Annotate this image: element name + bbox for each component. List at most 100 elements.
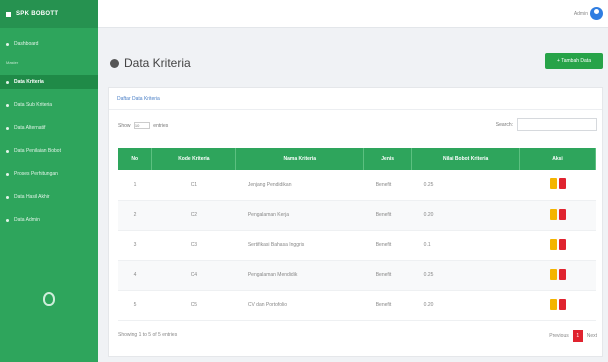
search-input[interactable] <box>517 118 597 131</box>
cell-nama: Sertifikasi Bahasa Inggris <box>235 230 364 261</box>
col-bobot[interactable]: Nilai Bobot Kriteria <box>411 148 521 170</box>
table-row: 5 C5 CV dan Portofolio Benefit 0.20 <box>118 290 596 321</box>
cell-bobot: 0.1 <box>411 230 520 261</box>
cell-nama: Pengalaman Kerja <box>235 200 364 231</box>
col-nama[interactable]: Nama Kriteria <box>235 148 365 170</box>
globe-icon <box>110 58 119 68</box>
edit-icon[interactable] <box>549 208 557 220</box>
pager-page[interactable]: 1 <box>572 330 583 342</box>
entries-label: entries <box>153 122 169 129</box>
sidebar: SPK BOBOTT Dashboard Master Data Kriteri… <box>0 0 98 362</box>
pager-next[interactable]: Next <box>587 333 597 339</box>
edit-icon[interactable] <box>549 178 557 190</box>
add-data-button[interactable]: + Tambah Data <box>545 53 603 69</box>
sidebar-item-label: Data Penilaian Bobot <box>14 148 61 154</box>
cell-kode: C1 <box>151 170 236 201</box>
edit-icon[interactable] <box>549 238 557 250</box>
col-aksi[interactable]: Aksi <box>519 148 596 170</box>
show-label: Show <box>118 122 131 129</box>
sidebar-item-data-penilaian[interactable]: Data Penilaian Bobot <box>0 144 98 158</box>
cell-kode: C5 <box>151 290 236 321</box>
cell-no: 3 <box>118 230 152 261</box>
cell-bobot: 0.20 <box>411 290 520 321</box>
cell-kode: C2 <box>151 200 236 231</box>
dot-icon <box>6 172 9 176</box>
edit-icon[interactable] <box>549 268 557 280</box>
cell-no: 2 <box>118 200 152 231</box>
delete-icon[interactable] <box>558 178 566 190</box>
delete-icon[interactable] <box>558 208 566 220</box>
delete-icon[interactable] <box>558 298 566 310</box>
col-no[interactable]: No <box>118 148 153 170</box>
col-kode[interactable]: Kode Kriteria <box>151 148 237 170</box>
cell-jenis: Benefit <box>363 200 412 231</box>
cell-no: 4 <box>118 260 152 291</box>
square-icon <box>6 11 11 17</box>
entries-control: Show 10 entries <box>118 122 168 129</box>
card-header: Daftar Data Kriteria <box>109 88 602 110</box>
cell-aksi <box>519 170 596 201</box>
user-circle-icon[interactable] <box>590 7 603 20</box>
cell-kode: C3 <box>151 230 236 261</box>
search-label: Search: <box>495 122 513 128</box>
cell-nama: Pengalaman Mendidik <box>235 260 364 291</box>
delete-icon[interactable] <box>558 268 566 280</box>
table-row: 3 C3 Sertifikasi Bahasa Inggris Benefit … <box>118 230 596 261</box>
cell-jenis: Benefit <box>363 170 412 201</box>
sidebar-item-label: Data Hasil Akhir <box>14 194 50 200</box>
edit-icon[interactable] <box>549 298 557 310</box>
cell-aksi <box>519 230 596 261</box>
dot-icon <box>6 80 9 84</box>
col-jenis[interactable]: Jenis <box>363 148 413 170</box>
sidebar-item-hasil-akhir[interactable]: Data Hasil Akhir <box>0 190 98 204</box>
cell-aksi <box>519 200 596 231</box>
topbar: Admin <box>98 0 608 28</box>
table-row: 2 C2 Pengalaman Kerja Benefit 0.20 <box>118 200 596 231</box>
sidebar-item-label: Proses Perhitungan <box>14 171 58 177</box>
brand[interactable]: SPK BOBOTT <box>0 0 98 28</box>
dot-icon <box>6 126 9 130</box>
shield-icon <box>43 292 55 306</box>
sidebar-item-dashboard[interactable]: Dashboard <box>0 37 98 51</box>
cell-no: 5 <box>118 290 152 321</box>
pagination: Previous 1 Next <box>549 330 597 342</box>
sidebar-item-label: Data Admin <box>14 217 40 223</box>
page-title-text: Data Kriteria <box>124 56 191 70</box>
cell-jenis: Benefit <box>363 260 412 291</box>
page-title: Data Kriteria <box>110 56 191 70</box>
cell-kode: C4 <box>151 260 236 291</box>
table-row: 4 C4 Pengalaman Mendidik Benefit 0.25 <box>118 260 596 291</box>
sidebar-item-data-alternatif[interactable]: Data Alternatif <box>0 121 98 135</box>
cell-jenis: Benefit <box>363 230 412 261</box>
dot-icon <box>6 218 9 222</box>
dot-icon <box>6 103 9 107</box>
sidebar-item-label: Dashboard <box>14 41 39 47</box>
entries-select[interactable]: 10 <box>133 122 150 129</box>
data-card: Daftar Data Kriteria Show 10 entries Sea… <box>108 87 603 357</box>
pager-previous[interactable]: Previous <box>549 333 568 339</box>
sidebar-item-label: Data Alternatif <box>14 125 46 131</box>
cell-aksi <box>519 260 596 291</box>
cell-no: 1 <box>118 170 152 201</box>
sidebar-item-label: Data Sub Kriteria <box>14 102 53 108</box>
sidebar-item-data-admin[interactable]: Data Admin <box>0 213 98 227</box>
table-row: 1 C1 Jenjang Pendidikan Benefit 0.25 <box>118 170 596 201</box>
sidebar-section-label: Master <box>6 60 19 65</box>
cell-bobot: 0.25 <box>411 260 520 291</box>
table-header-row: No Kode Kriteria Nama Kriteria Jenis Nil… <box>118 148 596 170</box>
cell-nama: CV dan Portofolio <box>235 290 364 321</box>
sidebar-item-data-kriteria[interactable]: Data Kriteria <box>0 75 98 89</box>
delete-icon[interactable] <box>558 238 566 250</box>
cell-nama: Jenjang Pendidikan <box>235 170 364 201</box>
sidebar-item-proses-perhitungan[interactable]: Proses Perhitungan <box>0 167 98 181</box>
brand-label: SPK BOBOTT <box>16 11 59 17</box>
cell-bobot: 0.25 <box>411 170 520 201</box>
user-name[interactable]: Admin <box>574 11 588 17</box>
sidebar-item-data-sub-kriteria[interactable]: Data Sub Kriteria <box>0 98 98 112</box>
sidebar-item-label: Data Kriteria <box>14 79 44 85</box>
dot-icon <box>6 195 9 199</box>
cell-bobot: 0.20 <box>411 200 520 231</box>
cell-jenis: Benefit <box>363 290 412 321</box>
dot-icon <box>6 149 9 153</box>
dot-icon <box>6 42 9 46</box>
